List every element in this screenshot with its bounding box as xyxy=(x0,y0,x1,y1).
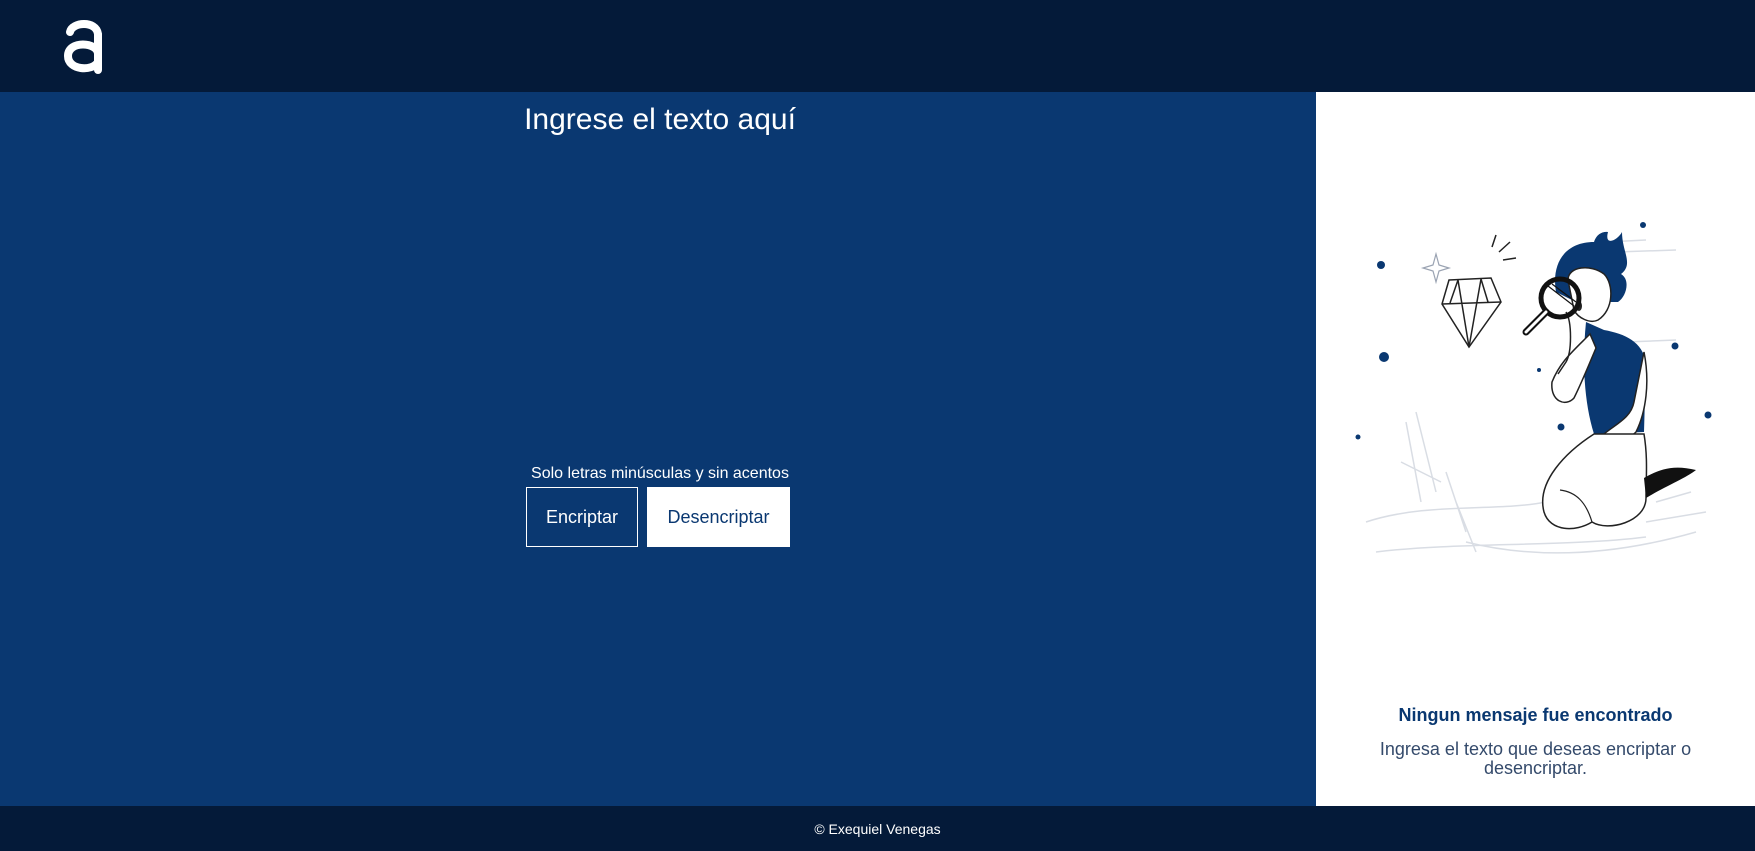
header xyxy=(0,0,1755,92)
text-input[interactable] xyxy=(500,102,820,422)
no-message-text: Ingresa el texto que deseas encriptar o … xyxy=(1379,739,1692,778)
output-panel: Ningun mensaje fue encontrado Ingresa el… xyxy=(1316,92,1755,806)
decrypt-button[interactable]: Desencriptar xyxy=(647,487,790,547)
footer: © Exequiel Venegas xyxy=(0,806,1755,851)
alura-logo-icon[interactable] xyxy=(62,16,106,74)
input-hint: Solo letras minúsculas y sin acentos xyxy=(531,465,789,482)
encryptor-panel: Solo letras minúsculas y sin acentos Enc… xyxy=(0,92,1316,806)
encrypt-button[interactable]: Encriptar xyxy=(526,487,638,547)
person-magnifying-glass-diamond-illustration xyxy=(1355,222,1712,554)
footer-credit: © Exequiel Venegas xyxy=(814,820,941,837)
no-message-title: Ningun mensaje fue encontrado xyxy=(1398,705,1673,725)
app: Solo letras minúsculas y sin acentos Enc… xyxy=(0,0,1755,851)
